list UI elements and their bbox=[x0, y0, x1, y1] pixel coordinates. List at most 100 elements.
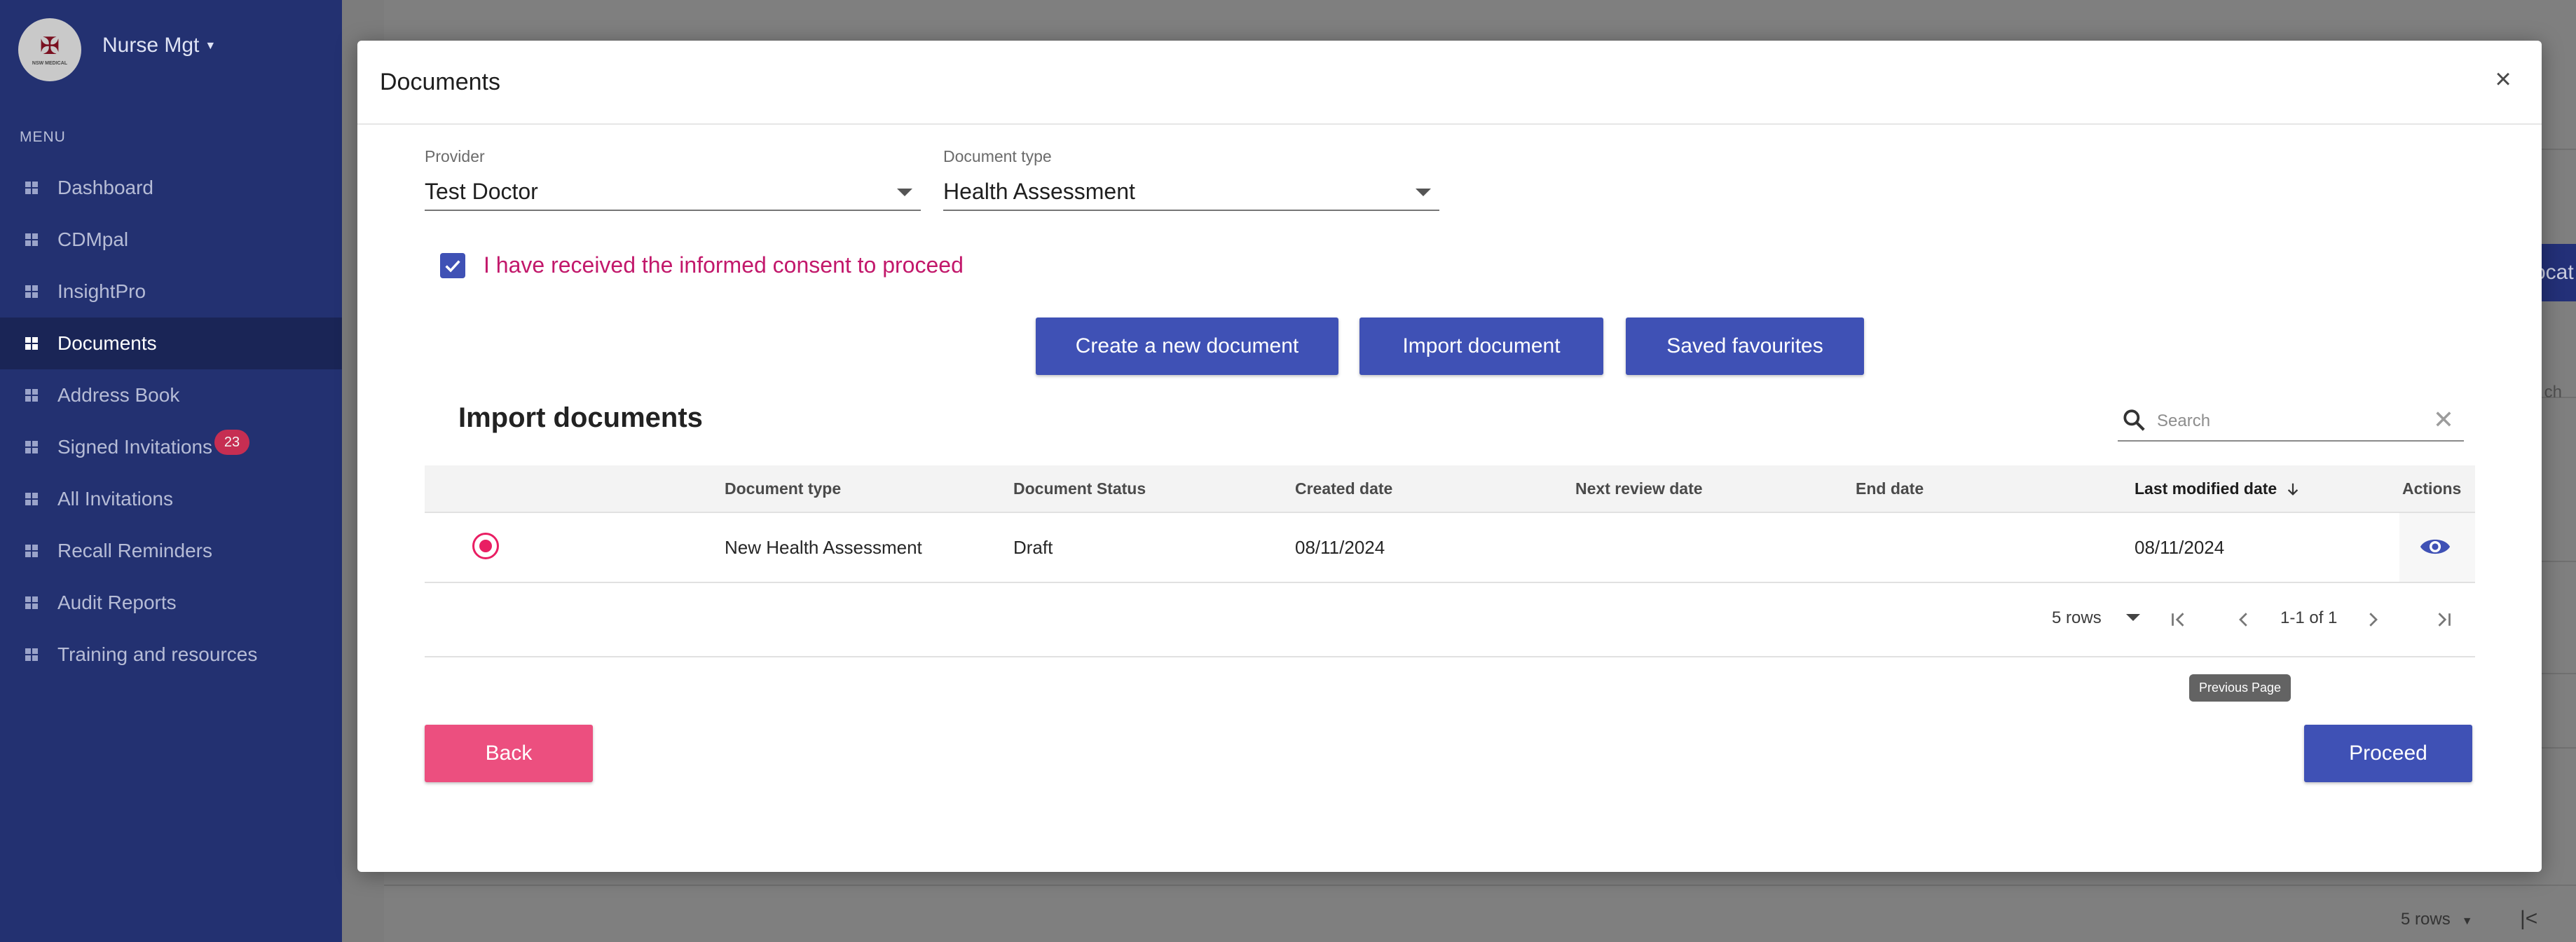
saved-favourites-button[interactable]: Saved favourites bbox=[1626, 318, 1864, 375]
background-rows-select: 5 rows ▼ bbox=[2401, 910, 2473, 929]
sidebar-item-label: All Invitations bbox=[57, 488, 173, 510]
logo-text: NSW MEDICAL bbox=[32, 60, 68, 66]
pagination: 5 rows 1-1 of 1 bbox=[425, 583, 2475, 657]
page-range: 1-1 of 1 bbox=[2280, 608, 2338, 627]
sidebar-item-signed-invitations[interactable]: Signed Invitations 23 bbox=[0, 421, 342, 473]
provider-select[interactable]: Test Doctor bbox=[425, 176, 921, 211]
chevron-left-icon bbox=[2239, 613, 2247, 627]
dashboard-icon bbox=[25, 285, 38, 298]
dashboard-icon bbox=[25, 545, 38, 557]
org-name: Nurse Mgt bbox=[102, 34, 200, 57]
column-header[interactable]: Created date bbox=[1295, 479, 1392, 498]
column-header[interactable]: Document type bbox=[725, 479, 841, 498]
column-header[interactable]: Document Status bbox=[1013, 479, 1146, 498]
modal-title: Documents bbox=[380, 69, 500, 95]
sidebar-item-all-invitations[interactable]: All Invitations bbox=[0, 473, 342, 525]
sidebar-item-label: Address Book bbox=[57, 384, 180, 406]
cell-last-modified: 08/11/2024 bbox=[2135, 537, 2225, 558]
table-row[interactable]: New Health Assessment Draft 08/11/2024 0… bbox=[425, 513, 2475, 583]
close-button[interactable]: × bbox=[2486, 62, 2521, 97]
cell-status: Draft bbox=[1013, 537, 1053, 558]
search-icon bbox=[2123, 409, 2145, 431]
proceed-button[interactable]: Proceed bbox=[2304, 725, 2472, 782]
modal-header: Documents × bbox=[357, 41, 2542, 125]
background-first-page-icon: |< bbox=[2520, 907, 2538, 930]
row-select-radio[interactable] bbox=[472, 533, 499, 559]
column-header[interactable]: End date bbox=[1856, 479, 1924, 498]
provider-value: Test Doctor bbox=[425, 179, 538, 204]
sidebar-item-label: Recall Reminders bbox=[57, 540, 212, 561]
sidebar-item-recall-reminders[interactable]: Recall Reminders bbox=[0, 525, 342, 577]
sidebar: ✠ NSW MEDICAL Nurse Mgt ▼ MENU Dashboard … bbox=[0, 0, 342, 942]
clear-icon[interactable]: ✕ bbox=[2433, 405, 2454, 435]
sidebar-item-address-book[interactable]: Address Book bbox=[0, 369, 342, 421]
arrow-down-icon bbox=[2288, 483, 2298, 496]
import-document-button[interactable]: Import document bbox=[1359, 318, 1603, 375]
consent-checkbox[interactable] bbox=[440, 252, 465, 278]
search-box: ✕ bbox=[2118, 401, 2464, 442]
check-icon bbox=[445, 259, 460, 273]
sidebar-item-label: Documents bbox=[57, 332, 157, 354]
menu-label: MENU bbox=[20, 129, 66, 145]
dashboard-icon bbox=[25, 389, 38, 402]
sidebar-item-label: CDMpal bbox=[57, 228, 129, 250]
dashboard-icon bbox=[25, 493, 38, 505]
caret-down-icon[interactable] bbox=[2126, 614, 2140, 621]
documents-table: Document type Document Status Created da… bbox=[425, 465, 2475, 657]
sidebar-item-label: InsightPro bbox=[57, 280, 146, 302]
logo-emblem-icon: ✠ bbox=[39, 32, 60, 60]
sidebar-item-label: Audit Reports bbox=[57, 592, 177, 613]
previous-page-button[interactable] bbox=[2230, 606, 2258, 634]
sidebar-item-label: Training and resources bbox=[57, 643, 258, 665]
view-eye-icon[interactable] bbox=[2419, 533, 2451, 561]
column-header[interactable]: Next review date bbox=[1575, 479, 1703, 498]
cell-created-date: 08/11/2024 bbox=[1295, 537, 1385, 558]
org-logo[interactable]: ✠ NSW MEDICAL bbox=[18, 18, 81, 81]
dashboard-icon bbox=[25, 596, 38, 609]
sidebar-item-insightpro[interactable]: InsightPro bbox=[0, 266, 342, 318]
search-input[interactable] bbox=[2156, 408, 2411, 435]
create-document-button[interactable]: Create a new document bbox=[1036, 318, 1338, 375]
previous-page-tooltip: Previous Page bbox=[2189, 674, 2291, 702]
document-type-label: Document type bbox=[943, 147, 1052, 165]
section-title: Import documents bbox=[458, 402, 703, 433]
background-divider bbox=[384, 885, 2576, 886]
dashboard-icon bbox=[25, 233, 38, 246]
provider-label: Provider bbox=[425, 147, 485, 165]
sidebar-item-audit-reports[interactable]: Audit Reports bbox=[0, 577, 342, 629]
dashboard-icon bbox=[25, 337, 38, 350]
sidebar-nav: Dashboard CDMpal InsightPro Documents Ad… bbox=[0, 162, 342, 681]
sidebar-item-label: Signed Invitations bbox=[57, 436, 213, 458]
back-button[interactable]: Back bbox=[425, 725, 593, 782]
first-page-icon bbox=[2172, 613, 2184, 627]
caret-down-icon bbox=[897, 189, 912, 196]
consent-row: I have received the informed consent to … bbox=[440, 252, 964, 278]
sidebar-item-dashboard[interactable]: Dashboard bbox=[0, 162, 342, 214]
first-page-button[interactable] bbox=[2164, 606, 2192, 634]
sidebar-item-label: Dashboard bbox=[57, 177, 153, 198]
background-search-fragment: ch bbox=[2544, 383, 2562, 402]
notification-badge: 23 bbox=[214, 430, 249, 455]
sidebar-item-documents[interactable]: Documents bbox=[0, 318, 342, 369]
last-page-button[interactable] bbox=[2430, 606, 2458, 634]
sidebar-item-training[interactable]: Training and resources bbox=[0, 629, 342, 681]
radio-dot bbox=[479, 540, 492, 552]
close-icon: × bbox=[2495, 63, 2512, 95]
cell-document-type: New Health Assessment bbox=[725, 537, 922, 558]
column-header: Actions bbox=[2402, 479, 2462, 498]
provider-field: Provider Test Doctor bbox=[425, 147, 921, 211]
rows-per-page-select[interactable]: 5 rows bbox=[2052, 608, 2102, 628]
documents-modal: Documents × Provider Test Doctor Documen… bbox=[357, 41, 2542, 872]
column-header-sorted[interactable]: Last modified date bbox=[2135, 479, 2301, 498]
chevron-right-icon bbox=[2369, 613, 2378, 627]
dashboard-icon bbox=[25, 648, 38, 661]
sidebar-item-cdmpal[interactable]: CDMpal bbox=[0, 214, 342, 266]
consent-label: I have received the informed consent to … bbox=[484, 252, 964, 278]
next-page-button[interactable] bbox=[2359, 606, 2387, 634]
table-header: Document type Document Status Created da… bbox=[425, 465, 2475, 513]
document-type-field: Document type Health Assessment bbox=[943, 147, 1439, 211]
dashboard-icon bbox=[25, 441, 38, 453]
org-switcher[interactable]: Nurse Mgt ▼ bbox=[102, 34, 216, 57]
document-type-value: Health Assessment bbox=[943, 179, 1135, 204]
document-type-select[interactable]: Health Assessment bbox=[943, 176, 1439, 211]
